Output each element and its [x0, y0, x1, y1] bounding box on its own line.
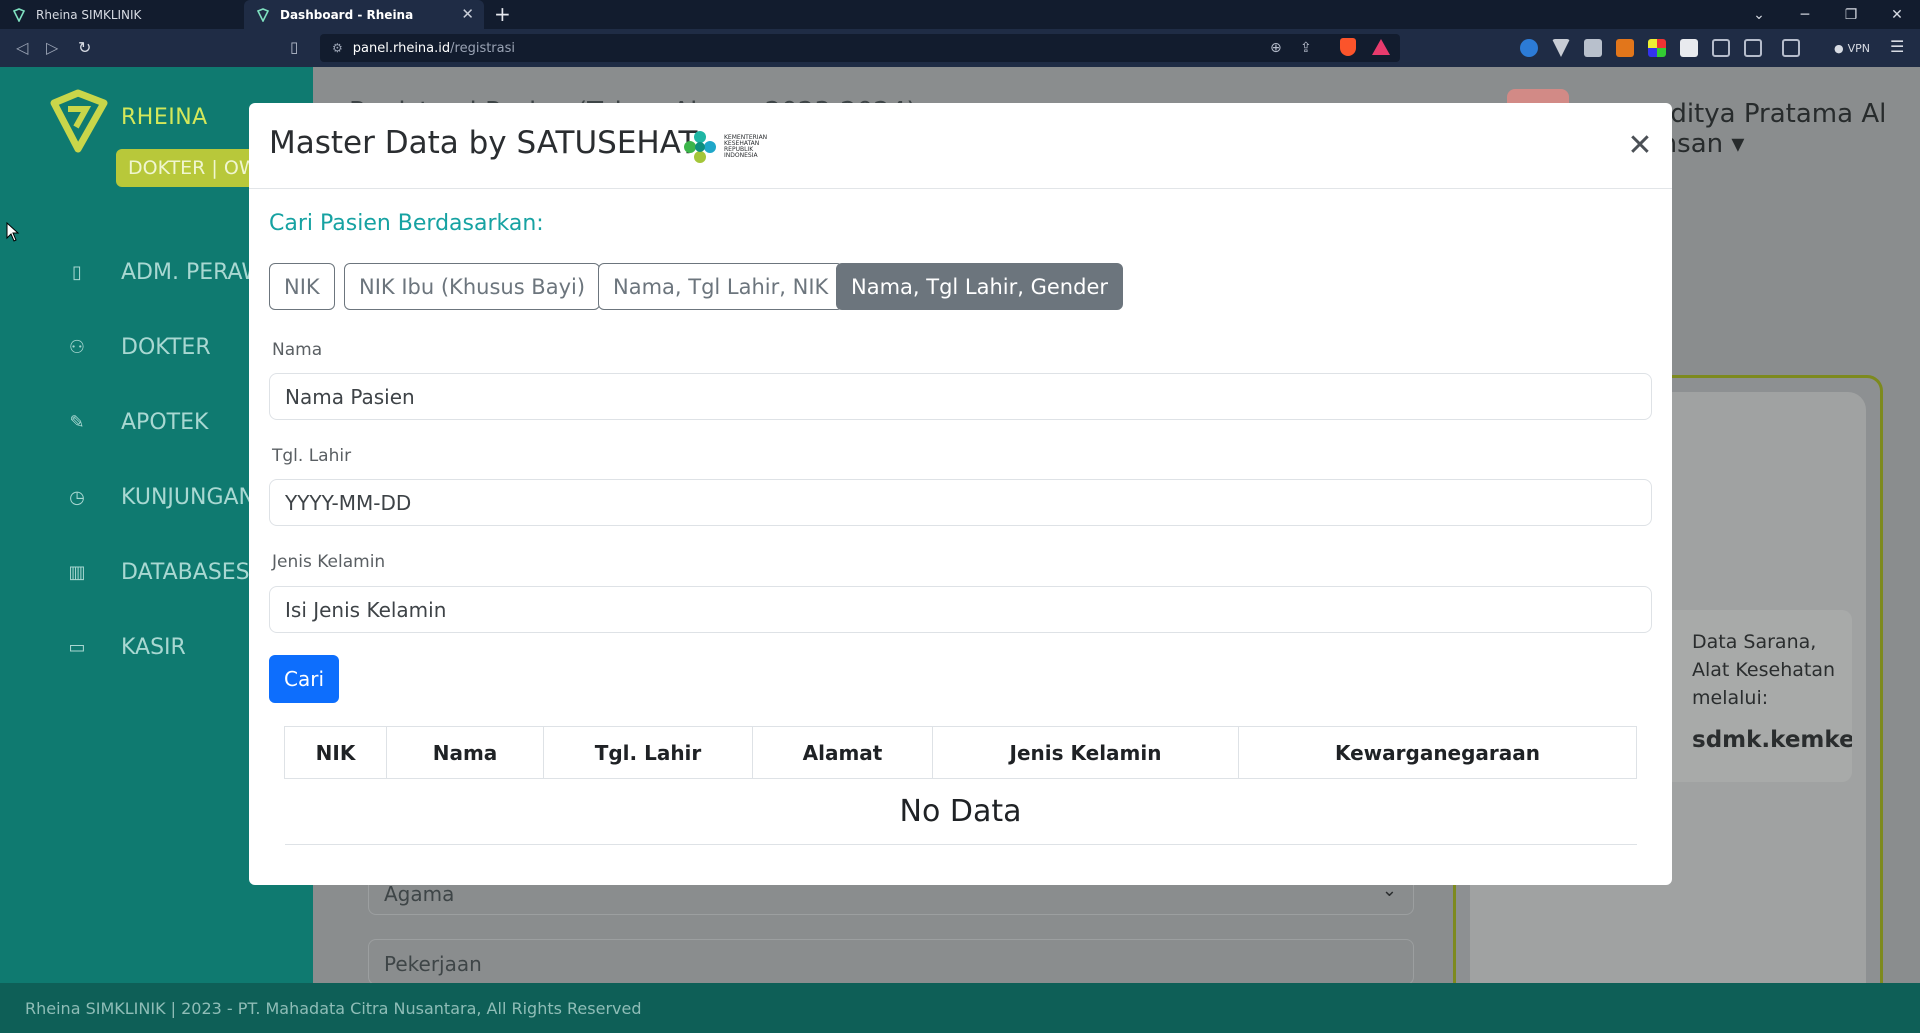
sidebar-item-dokter[interactable]: ⚇ DOKTER: [66, 332, 211, 362]
promo-line: Data Sarana,: [1692, 631, 1817, 653]
result-table: NIK Nama Tgl. Lahir Alamat Jenis Kelamin…: [284, 726, 1637, 845]
tgl-lahir-input[interactable]: [269, 479, 1652, 526]
footer: Rheina SIMKLINIK | 2023 - PT. Mahadata C…: [0, 983, 1920, 1033]
cari-button[interactable]: Cari: [269, 655, 339, 703]
table-header-row: NIK Nama Tgl. Lahir Alamat Jenis Kelamin…: [284, 726, 1637, 779]
extension-vue-icon[interactable]: [1552, 39, 1570, 57]
close-tab-icon[interactable]: ✕: [461, 5, 474, 23]
profile-menu[interactable]: Aditya Pratama Al Ihsan ▾: [1653, 99, 1920, 159]
logo-text-line: INDONESIA: [724, 152, 758, 159]
nama-input[interactable]: [269, 373, 1652, 420]
url-host: panel.rheina.id: [352, 40, 451, 56]
browser-toolbar: ◁ ▷ ↻ ▯ ⚙ panel.rheina.id/registrasi ⊕ ⇪…: [0, 29, 1920, 67]
sidebar-item-kasir[interactable]: ▭ KASIR: [66, 632, 186, 662]
bookmark-icon[interactable]: ▯: [290, 38, 298, 56]
address-bar[interactable]: ⚙ panel.rheina.id/registrasi: [320, 34, 1400, 62]
kemenkes-logo: KEMENTERIAN KESEHATAN REPUBLIK INDONESIA: [682, 127, 772, 167]
jenis-kelamin-input[interactable]: [269, 586, 1652, 633]
promo-line: Alat Kesehatan: [1692, 659, 1836, 681]
sidebar-item-label: KASIR: [121, 634, 186, 660]
search-option-nik-ibu[interactable]: NIK Ibu (Khusus Bayi): [344, 263, 601, 310]
search-option-nama-tgl-nik[interactable]: Nama, Tgl Lahir, NIK: [598, 263, 844, 310]
plus-icon[interactable]: +: [494, 2, 511, 26]
search-option-nik[interactable]: NIK: [269, 263, 335, 310]
rheina-favicon-icon: [256, 7, 270, 22]
forward-icon[interactable]: ▷: [46, 38, 58, 57]
jenis-kelamin-label: Jenis Kelamin: [272, 552, 386, 572]
users-icon: ⚇: [68, 336, 86, 358]
extension-edit-icon[interactable]: [1680, 39, 1698, 57]
empty-state: No Data: [284, 778, 1637, 845]
column-header: Kewarganegaraan: [1238, 726, 1637, 779]
kemenkes-logo-icon: [684, 131, 716, 163]
agama-placeholder: Agama: [384, 882, 455, 906]
zoom-icon[interactable]: ⊕: [1270, 34, 1282, 62]
site-info-icon[interactable]: ⚙: [332, 41, 343, 55]
sidebar-item-databases[interactable]: ▥ DATABASES: [66, 557, 250, 587]
search-option-nama-tgl-gender[interactable]: Nama, Tgl Lahir, Gender: [836, 263, 1124, 310]
profile-name: Aditya Pratama Al Ihsan: [1653, 99, 1887, 159]
browser-tab-active[interactable]: Dashboard - Rheina ✕: [244, 0, 484, 29]
sidebar-item-label: DOKTER: [121, 334, 211, 360]
promo-line: melalui:: [1692, 687, 1769, 709]
brand-name: RHEINA: [121, 105, 208, 130]
bar-chart-icon: ▥: [68, 561, 86, 583]
modal-header: Master Data by SATUSEHAT KEMENTERIAN KES…: [249, 103, 1672, 189]
rheina-logo-icon: [50, 89, 108, 153]
vpn-button[interactable]: ● VPN: [1828, 38, 1876, 58]
modal-title: Master Data by SATUSEHAT: [269, 125, 698, 161]
share-icon[interactable]: ⇪: [1300, 34, 1312, 62]
wallet-icon: ▭: [68, 636, 86, 658]
tab-title: Rheina SIMKLINIK: [36, 7, 142, 22]
browser-menu-icon[interactable]: ☰: [1890, 37, 1904, 56]
search-heading: Cari Pasien Berdasarkan:: [269, 211, 544, 236]
tgl-lahir-label: Tgl. Lahir: [272, 446, 352, 466]
kemenkes-logo-text: KEMENTERIAN KESEHATAN REPUBLIK INDONESIA: [724, 135, 767, 159]
vpn-label: VPN: [1847, 41, 1870, 55]
mouse-cursor-icon: [6, 222, 20, 242]
minimize-icon[interactable]: ─: [1782, 0, 1828, 29]
sidebar-toggle-icon[interactable]: [1744, 39, 1762, 57]
reload-icon[interactable]: ↻: [78, 38, 91, 57]
column-header: Tgl. Lahir: [543, 726, 753, 779]
promo-link[interactable]: sdmk.kemkes.go.id/: [1692, 726, 1852, 754]
rheina-favicon-icon: [12, 7, 26, 22]
restore-icon[interactable]: ❐: [1828, 0, 1874, 29]
browser-tab-bar: Rheina SIMKLINIK Dashboard - Rheina ✕ + …: [0, 0, 1920, 29]
column-header: NIK: [284, 726, 387, 779]
extensions-puzzle-icon[interactable]: [1712, 39, 1730, 57]
column-header: Alamat: [752, 726, 933, 779]
tab-title: Dashboard - Rheina: [280, 7, 414, 22]
table-row: No Data: [284, 778, 1637, 845]
extension-react-icon[interactable]: [1520, 39, 1538, 57]
url-path: /registrasi: [450, 40, 516, 56]
footer-text: Rheina SIMKLINIK | 2023 - PT. Mahadata C…: [25, 999, 642, 1018]
sidebar-item-apotek[interactable]: ✎ APOTEK: [66, 407, 208, 437]
clock-icon: ◷: [69, 486, 85, 508]
sidebar-item-label: KUNJUNGAN: [121, 484, 255, 510]
browser-tab[interactable]: Rheina SIMKLINIK: [0, 0, 244, 29]
column-header: Nama: [386, 726, 544, 779]
metamask-icon[interactable]: [1616, 39, 1634, 57]
nama-label: Nama: [272, 340, 323, 360]
pekerjaan-field[interactable]: Pekerjaan: [368, 939, 1414, 985]
pekerjaan-placeholder: Pekerjaan: [384, 952, 482, 976]
wallet-icon[interactable]: [1782, 39, 1800, 57]
clipboard-icon: ▯: [72, 261, 82, 283]
sidebar-item-label: APOTEK: [121, 409, 209, 435]
column-header: Jenis Kelamin: [932, 726, 1239, 779]
pill-icon: ✎: [69, 411, 85, 433]
sidebar-item-label: DATABASES: [121, 559, 250, 585]
chevron-down-icon[interactable]: ⌄: [1736, 0, 1782, 29]
close-icon[interactable]: ✕: [1625, 131, 1655, 161]
satusehat-modal: Master Data by SATUSEHAT KEMENTERIAN KES…: [249, 103, 1672, 885]
back-icon[interactable]: ◁: [16, 38, 28, 57]
sidebar-item-kunjungan[interactable]: ◷ KUNJUNGAN: [66, 482, 255, 512]
brave-shields-icon[interactable]: [1340, 38, 1356, 56]
color-picker-icon[interactable]: [1648, 39, 1666, 57]
close-window-icon[interactable]: ✕: [1874, 0, 1920, 29]
brave-rewards-icon[interactable]: [1372, 39, 1390, 55]
extension-icon[interactable]: [1584, 39, 1602, 57]
